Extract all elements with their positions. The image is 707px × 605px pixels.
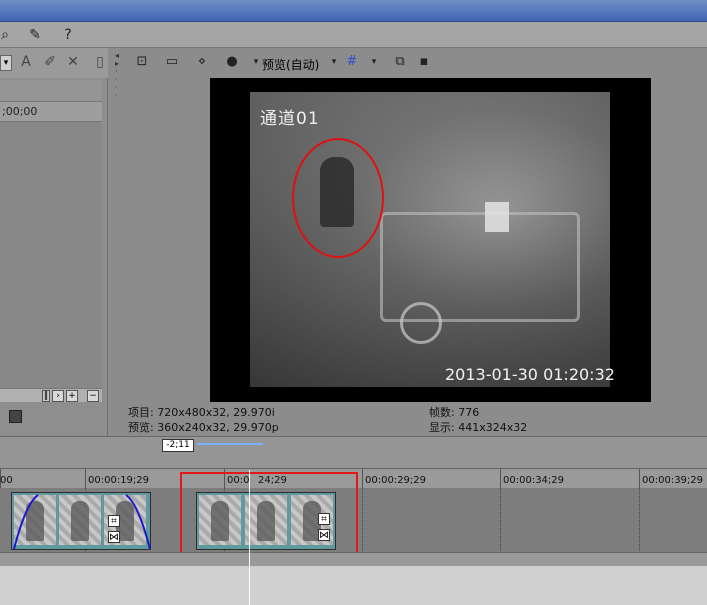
- cursor-timecode: -2;11: [162, 439, 194, 452]
- dropdown-icon[interactable]: ▾: [0, 55, 12, 71]
- pin-icon[interactable]: ✐: [42, 54, 58, 70]
- left-panel-timecode: ;00;00: [0, 102, 102, 122]
- circle-icon[interactable]: ●: [224, 54, 240, 70]
- left-panel-header-row: [0, 80, 102, 102]
- ruler-label: 00:00:39;29: [642, 475, 704, 486]
- ruler-label: 00: [0, 475, 13, 486]
- preview-quality-label[interactable]: 预览(自动): [262, 56, 319, 73]
- save-frame-icon[interactable]: ▪: [416, 54, 432, 70]
- light-shape: [485, 202, 509, 232]
- cursor-indicator: [197, 443, 263, 445]
- playhead[interactable]: [249, 470, 250, 605]
- chevron-down-icon[interactable]: ▾: [366, 54, 382, 70]
- zoom-in-icon[interactable]: +: [66, 390, 78, 402]
- ruler-label: 00:00:19;29: [88, 475, 150, 486]
- timeline-header: [0, 436, 707, 468]
- main-toolbar: ⌕ ✎ ?: [0, 22, 707, 48]
- preview-toolbar: ⊡ ▭ ⋄ ● ▾ ▾ # ▾ ⧉ ▪: [126, 52, 706, 74]
- scroll-right-icon[interactable]: ›: [52, 390, 64, 402]
- grid-icon[interactable]: #: [344, 54, 360, 70]
- close-icon[interactable]: ✕: [65, 54, 81, 70]
- camera-timestamp: 2013-01-30 01:20:32: [445, 365, 615, 384]
- video-clip[interactable]: ⌗ ⋈: [11, 492, 151, 550]
- monitor-icon[interactable]: ▭: [164, 54, 180, 70]
- stop-button[interactable]: [9, 410, 22, 423]
- zoom-out-icon[interactable]: −: [87, 390, 99, 402]
- wheel-shape: [400, 302, 442, 344]
- copy-frame-icon[interactable]: ⧉: [392, 54, 408, 70]
- display-info: 显示: 441x324x32: [429, 421, 528, 434]
- panel-grip[interactable]: ◂ ▸ · · · ·: [115, 52, 123, 112]
- preview-info: 项目: 720x480x32, 29.970i 预览: 360x240x32, …: [126, 402, 707, 436]
- ai-icon[interactable]: A: [18, 54, 34, 70]
- scroll-grip-icon[interactable]: ‖: [42, 390, 50, 402]
- project-info: 项目: 720x480x32, 29.970i: [128, 406, 275, 419]
- audio-track-area[interactable]: [0, 566, 707, 605]
- left-panel-scrollbar[interactable]: ‖ › + −: [0, 388, 102, 402]
- selection-highlight: [180, 472, 358, 561]
- title-bar: [0, 0, 707, 22]
- track-footer: [0, 552, 707, 566]
- highlight-ellipse: [292, 138, 384, 258]
- ruler-label: 00:00:34;29: [503, 475, 565, 486]
- brush-icon[interactable]: ✎: [26, 26, 44, 44]
- preview-info-text: 预览: 360x240x32, 29.970p: [128, 421, 279, 434]
- zoom-icon[interactable]: ⌕: [0, 26, 14, 44]
- left-panel-toolbar: ▾ A ✐ ✕ ▯: [0, 48, 108, 78]
- overlay-icon[interactable]: ⋄: [194, 54, 210, 70]
- fade-curves: [13, 494, 151, 550]
- left-panel-body: [0, 122, 102, 388]
- camera-label: 通道01: [260, 109, 320, 129]
- chevron-down-icon[interactable]: ▾: [326, 54, 342, 70]
- ruler-label: 00:00:29;29: [365, 475, 427, 486]
- split-screen-icon[interactable]: ⊡: [134, 54, 150, 70]
- copy-icon[interactable]: ▯: [92, 54, 108, 70]
- left-panel: ▾ A ✐ ✕ ▯ ;00;00 ‖ › + −: [0, 48, 108, 436]
- help-pointer-icon[interactable]: ?: [59, 26, 77, 44]
- frames-info: 帧数: 776: [429, 406, 480, 419]
